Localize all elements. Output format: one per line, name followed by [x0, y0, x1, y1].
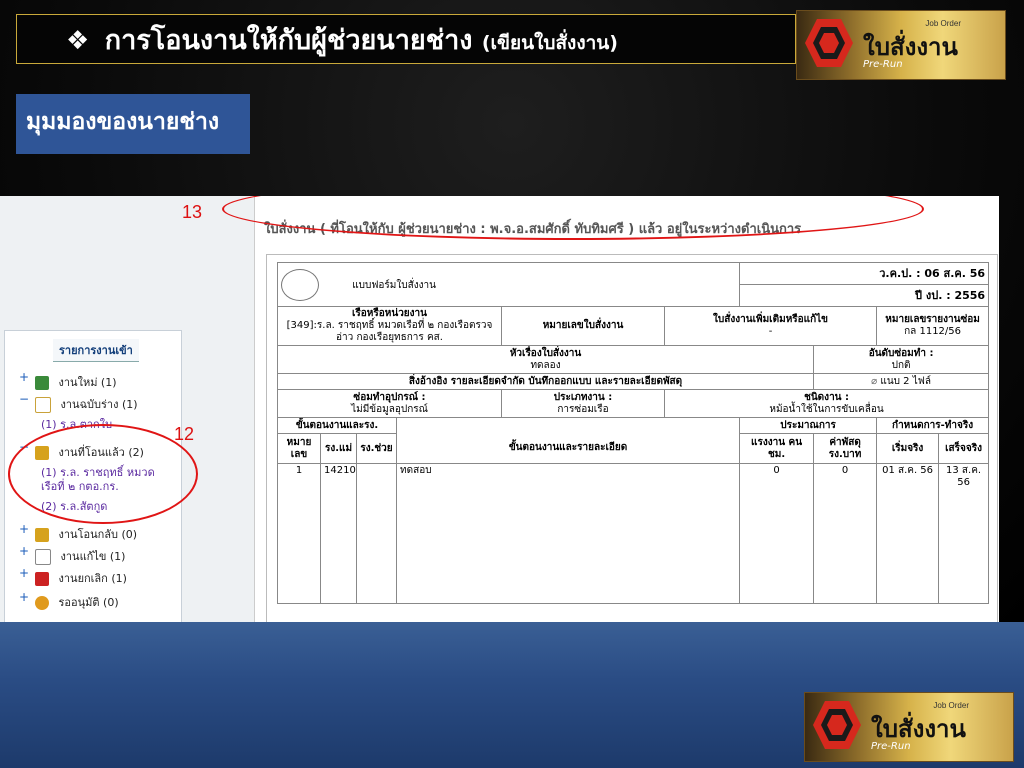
- new-job-icon: [35, 376, 49, 390]
- expand-icon[interactable]: +: [19, 370, 29, 384]
- job-order-logo-bottom: Job Order ใบสั่งงาน Pre-Run: [804, 692, 1014, 762]
- kind-cell: ชนิดงาน : หม้อน้ำใช้ในการขับเคลื่อน: [663, 389, 990, 418]
- job-order-form-table: แบบฟอร์มใบสั่งงาน ว.ค.ป. : 06 ส.ค. 56 ปี…: [276, 262, 990, 604]
- order-no-label: หมายเลขใบสั่งงาน: [501, 306, 665, 346]
- sidebar-item-returned[interactable]: + งานโอนกลับ (0): [19, 522, 138, 543]
- slide-title-paren: (เขียนใบสั่งงาน): [481, 32, 618, 54]
- kind-label: ชนิดงาน :: [804, 391, 849, 403]
- worktype-label: ประเภทงาน :: [553, 391, 613, 403]
- equipment-cell: ซ่อมทำอุปกรณ์ : ไม่มีข้อมูลอุปกรณ์: [277, 389, 502, 418]
- expand-icon[interactable]: +: [19, 590, 29, 604]
- draft-icon: [35, 397, 51, 413]
- cell-main: 14210: [320, 463, 357, 604]
- ship-value-line1: [349]:ร.ล. ราชฤทธิ์ หมวดเรือที่ ๒ กองเรื…: [286, 320, 493, 331]
- worktype-value: การซ่อมเรือ: [557, 403, 609, 415]
- col-main-dept: รง.แม่: [320, 433, 357, 464]
- cell-help: [356, 463, 397, 604]
- equipment-label: ซ่อมทำอุปกรณ์ :: [353, 391, 426, 403]
- sidebar-item-cancel[interactable]: + งานยกเลิก (1): [19, 566, 127, 587]
- equipment-value: ไม่มีข้อมูลอุปกรณ์: [351, 403, 428, 415]
- sidebar-item-label: งานใหม่ (1): [58, 376, 117, 389]
- cell-end: 13 ส.ค. 56: [938, 463, 990, 604]
- ship-label: เรือหรือหน่วยงาน: [352, 308, 427, 319]
- collapse-icon[interactable]: −: [19, 392, 29, 406]
- col-help-dept: รง.ช่วย: [356, 433, 397, 464]
- sidebar-item-pending[interactable]: + รออนุมัติ (0): [19, 590, 119, 611]
- fiscal-year-value: ปี งป. : 2556: [739, 284, 990, 307]
- vkp-value: ว.ค.ป. : 06 ส.ค. 56: [739, 262, 990, 285]
- kind-value: หม้อน้ำใช้ในการขับเคลื่อน: [769, 403, 884, 415]
- logo-pre-run: Pre-Run: [863, 59, 903, 70]
- view-label: มุมมองของนายช่าง: [16, 94, 250, 154]
- col-cost: ค่าพัสดุ รง.บาท: [813, 433, 878, 464]
- sidebar-item-new[interactable]: + งานใหม่ (1): [19, 370, 117, 391]
- cell-labor: 0: [739, 463, 815, 604]
- estimate-label: ประมาณการ: [739, 417, 878, 434]
- ship-cell: เรือหรือหน่วยงาน [349]:ร.ล. ราชฤทธิ์ หมว…: [277, 306, 502, 346]
- sidebar-header: รายการงานเข้า: [53, 339, 139, 362]
- ship-value-line2: อ่าว กองเรือยุทธการ คส.: [336, 332, 443, 343]
- subject-cell: หัวเรื่องใบสั่งงาน ทดลอง: [276, 345, 815, 374]
- sidebar-item-label: รออนุมัติ (0): [58, 596, 119, 609]
- subject-value: ทดลอง: [530, 359, 561, 371]
- returned-folder-icon: [35, 528, 49, 542]
- paperclip-icon: ⌀: [871, 375, 878, 387]
- worktype-cell: ประเภทงาน : การซ่อมเรือ: [501, 389, 665, 418]
- bullet-icon: ❖: [66, 26, 90, 56]
- schedule-label: กำหนดการ-ทำจริง: [876, 417, 990, 434]
- edit-pencil-icon: [35, 549, 51, 565]
- sidebar-item-label: งานฉบับร่าง (1): [60, 398, 138, 411]
- sidebar-item-label: งานแก้ไข (1): [60, 550, 126, 563]
- expand-icon[interactable]: +: [19, 544, 29, 558]
- sidebar-item-label: งานยกเลิก (1): [58, 572, 127, 585]
- callout-number-13: 13: [182, 202, 203, 222]
- left-column: รายการงานเข้า + งานใหม่ (1) − งานฉบับร่า…: [0, 196, 255, 622]
- cell-detail: ทดสอบ: [395, 463, 741, 604]
- cell-cost: 0: [813, 463, 878, 604]
- col-labor: แรงงาน คน ชม.: [739, 433, 815, 464]
- report-cell: หมายเลขรายงานซ่อม กล 1112/56: [876, 306, 990, 346]
- expand-icon[interactable]: +: [19, 522, 29, 536]
- sidebar-item-label: งานโอนกลับ (0): [58, 528, 138, 541]
- col-detail: ขั้นตอนงานและรายละเอียด: [395, 433, 741, 464]
- attachment-label[interactable]: แนบ 2 ไฟล์: [880, 376, 931, 387]
- slide-title-main: การโอนงานให้กับผู้ช่วยนายช่าง: [104, 25, 473, 56]
- slide-title: ❖ การโอนงานให้กับผู้ช่วยนายช่าง (เขียนใบ…: [66, 18, 618, 61]
- logo-pre-run: Pre-Run: [871, 741, 911, 752]
- sidebar-item-edit[interactable]: + งานแก้ไข (1): [19, 544, 126, 565]
- attachment-link[interactable]: ⌀ แนบ 2 ไฟล์: [813, 373, 990, 390]
- app-screenshot: รายการงานเข้า + งานใหม่ (1) − งานฉบับร่า…: [0, 196, 999, 622]
- priority-value: ปกติ: [891, 359, 911, 371]
- expand-icon[interactable]: +: [19, 566, 29, 580]
- job-order-logo-top: Job Order ใบสั่งงาน Pre-Run: [796, 10, 1006, 80]
- subject-label: หัวเรื่องใบสั่งงาน: [509, 347, 582, 359]
- reference-label: สิ่งอ้างอิง รายละเอียดจำกัด บันทึกออกแบบ…: [276, 373, 815, 390]
- extra-label: ใบสั่งงานเพิ่มเติมหรือแก้ไข: [713, 314, 829, 325]
- sidebar-item-draft[interactable]: − งานฉบับร่าง (1): [19, 392, 138, 413]
- cancel-x-icon: [35, 572, 49, 586]
- report-value: กล 1112/56: [904, 326, 962, 337]
- col-start: เริ่มจริง: [876, 433, 940, 464]
- report-label: หมายเลขรายงานซ่อม: [885, 314, 980, 325]
- priority-label: อันดับซ่อมทำ :: [868, 347, 934, 359]
- extra-cell: ใบสั่งงานเพิ่มเติมหรือแก้ไข -: [663, 306, 878, 346]
- table-row: 1 14210 ทดสอบ 0 0 01 ส.ค. 56 13 ส.ค. 56: [277, 463, 990, 604]
- cell-no: 1: [277, 463, 321, 604]
- steps-blank: [395, 417, 741, 434]
- priority-cell: อันดับซ่อมทำ : ปกติ: [813, 345, 990, 374]
- extra-value: -: [768, 326, 773, 337]
- annotation-oval-12: [8, 424, 198, 524]
- col-end: เสร็จจริง: [938, 433, 990, 464]
- col-no: หมาย เลข: [277, 433, 321, 464]
- steps-label: ขั้นตอนงานและรง.: [277, 417, 397, 434]
- cell-start: 01 ส.ค. 56: [876, 463, 940, 604]
- navy-seal-icon: [281, 268, 319, 301]
- form-title: แบบฟอร์มใบสั่งงาน: [352, 279, 436, 291]
- clock-icon: [35, 596, 49, 610]
- form-header-cell: แบบฟอร์มใบสั่งงาน: [276, 262, 741, 307]
